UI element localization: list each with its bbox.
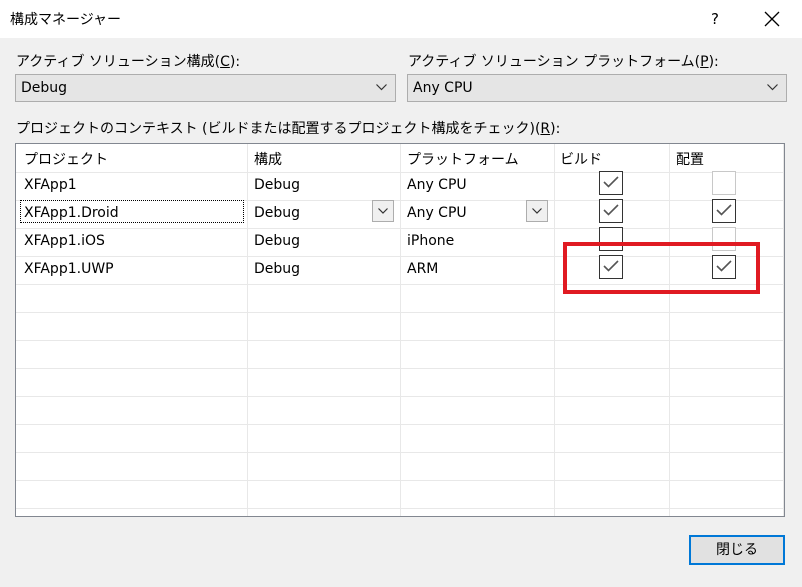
config-cell[interactable]: Debug [254,205,300,221]
project-contexts-grid: プロジェクト 構成 プラットフォーム ビルド 配置 XFApp1 Debug A… [15,143,785,517]
column-header-build[interactable]: ビルド [560,149,602,169]
checkmark-icon [603,204,619,216]
solution-platform-label: アクティブ ソリューション プラットフォーム(P): [408,54,719,70]
column-header-project[interactable]: プロジェクト [24,149,108,169]
platform-cell[interactable]: Any CPU [407,205,467,221]
chevron-down-icon [532,208,542,214]
platform-cell[interactable]: iPhone [407,233,454,249]
column-header-deploy[interactable]: 配置 [676,149,704,169]
chevron-down-icon [378,208,388,214]
close-button[interactable]: 閉じる [689,535,785,565]
project-name-cell: XFApp1.Droid [24,205,119,221]
solution-config-value: Debug [21,80,68,96]
config-cell[interactable]: Debug [254,261,300,277]
window-title: 構成マネージャー [10,12,122,28]
solution-config-select[interactable]: Debug [15,74,396,102]
project-name-cell: XFApp1 [24,177,77,193]
project-name-cell: XFApp1.UWP [24,261,114,277]
project-name-cell: XFApp1.iOS [24,233,105,249]
close-icon [764,11,780,27]
solution-platform-value: Any CPU [413,80,473,96]
column-header-config[interactable]: 構成 [254,149,282,169]
project-contexts-label: プロジェクトのコンテキスト (ビルドまたは配置するプロジェクト構成をチェック)(… [16,121,561,137]
build-checkbox[interactable] [599,171,623,195]
column-header-platform[interactable]: プラットフォーム [407,149,519,169]
help-button[interactable]: ? [700,0,730,38]
checkmark-icon [603,176,619,188]
solution-config-label: アクティブ ソリューション構成(C): [16,54,241,70]
platform-cell[interactable]: Any CPU [407,177,467,193]
title-bar: 構成マネージャー ? [0,0,802,38]
platform-dropdown-button[interactable] [526,200,548,222]
deploy-checkbox[interactable] [712,171,736,195]
platform-cell[interactable]: ARM [407,261,438,277]
checkmark-icon [716,204,732,216]
chevron-down-icon [767,84,778,91]
config-cell[interactable]: Debug [254,233,300,249]
deploy-checkbox[interactable] [712,199,736,223]
close-window-button[interactable] [752,0,792,38]
config-cell[interactable]: Debug [254,177,300,193]
build-checkbox[interactable] [599,199,623,223]
solution-platform-select[interactable]: Any CPU [407,74,787,102]
config-dropdown-button[interactable] [372,200,394,222]
chevron-down-icon [376,84,387,91]
highlight-annotation-box [563,242,760,294]
